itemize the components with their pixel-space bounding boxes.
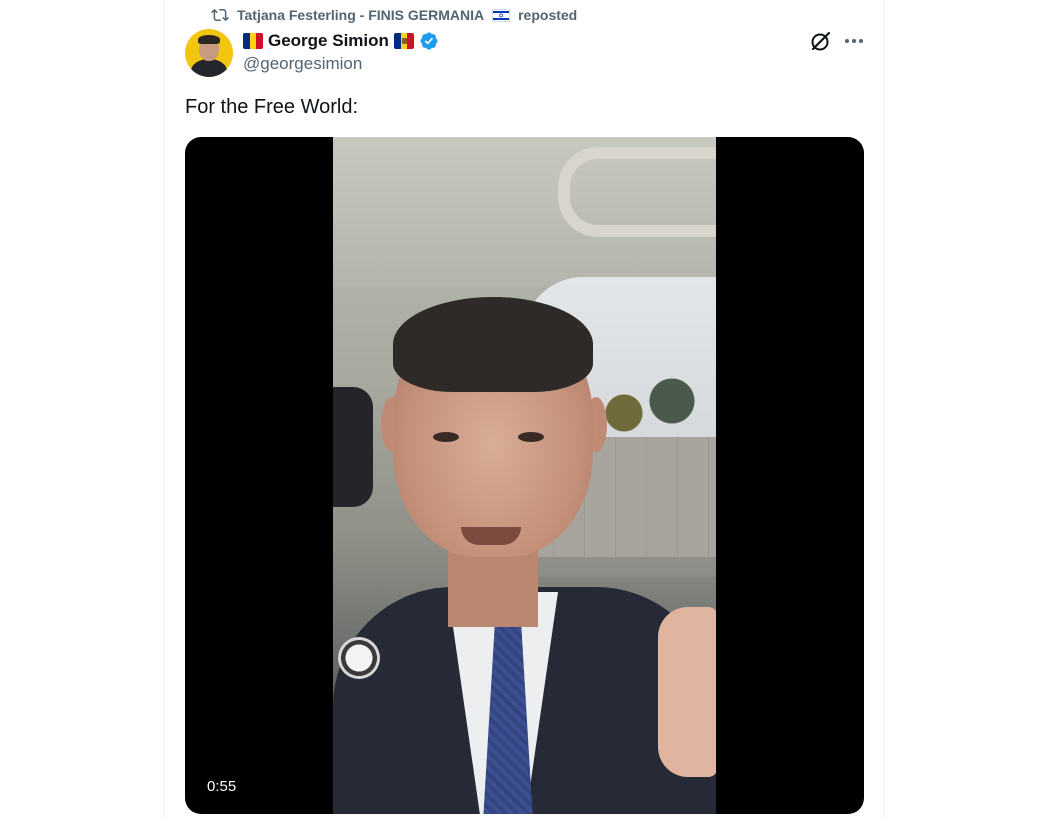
- repost-context[interactable]: Tatjana Festerling - FINIS GERMANIA ✡ re…: [211, 5, 577, 25]
- repost-action: reposted: [518, 7, 578, 23]
- video-frame: [333, 137, 716, 814]
- video-player[interactable]: 0:55: [185, 137, 864, 814]
- moldova-flag-icon: [393, 33, 414, 49]
- display-name[interactable]: George Simion: [268, 31, 389, 51]
- romania-flag-icon: [243, 33, 263, 49]
- more-options-icon[interactable]: [841, 28, 867, 54]
- author-handle[interactable]: @georgesimion: [243, 54, 362, 74]
- repost-author[interactable]: Tatjana Festerling - FINIS GERMANIA: [237, 7, 484, 23]
- author-name-row[interactable]: George Simion: [243, 29, 439, 53]
- tweet-text: For the Free World:: [185, 96, 359, 118]
- grok-icon[interactable]: [808, 28, 834, 54]
- repost-icon: [211, 8, 229, 22]
- video-duration: 0:55: [199, 775, 245, 798]
- verified-badge-icon[interactable]: [419, 31, 439, 51]
- avatar[interactable]: [185, 29, 233, 77]
- timeline-column: Tatjana Festerling - FINIS GERMANIA ✡ re…: [164, 0, 884, 818]
- israel-flag-icon: ✡: [492, 8, 511, 22]
